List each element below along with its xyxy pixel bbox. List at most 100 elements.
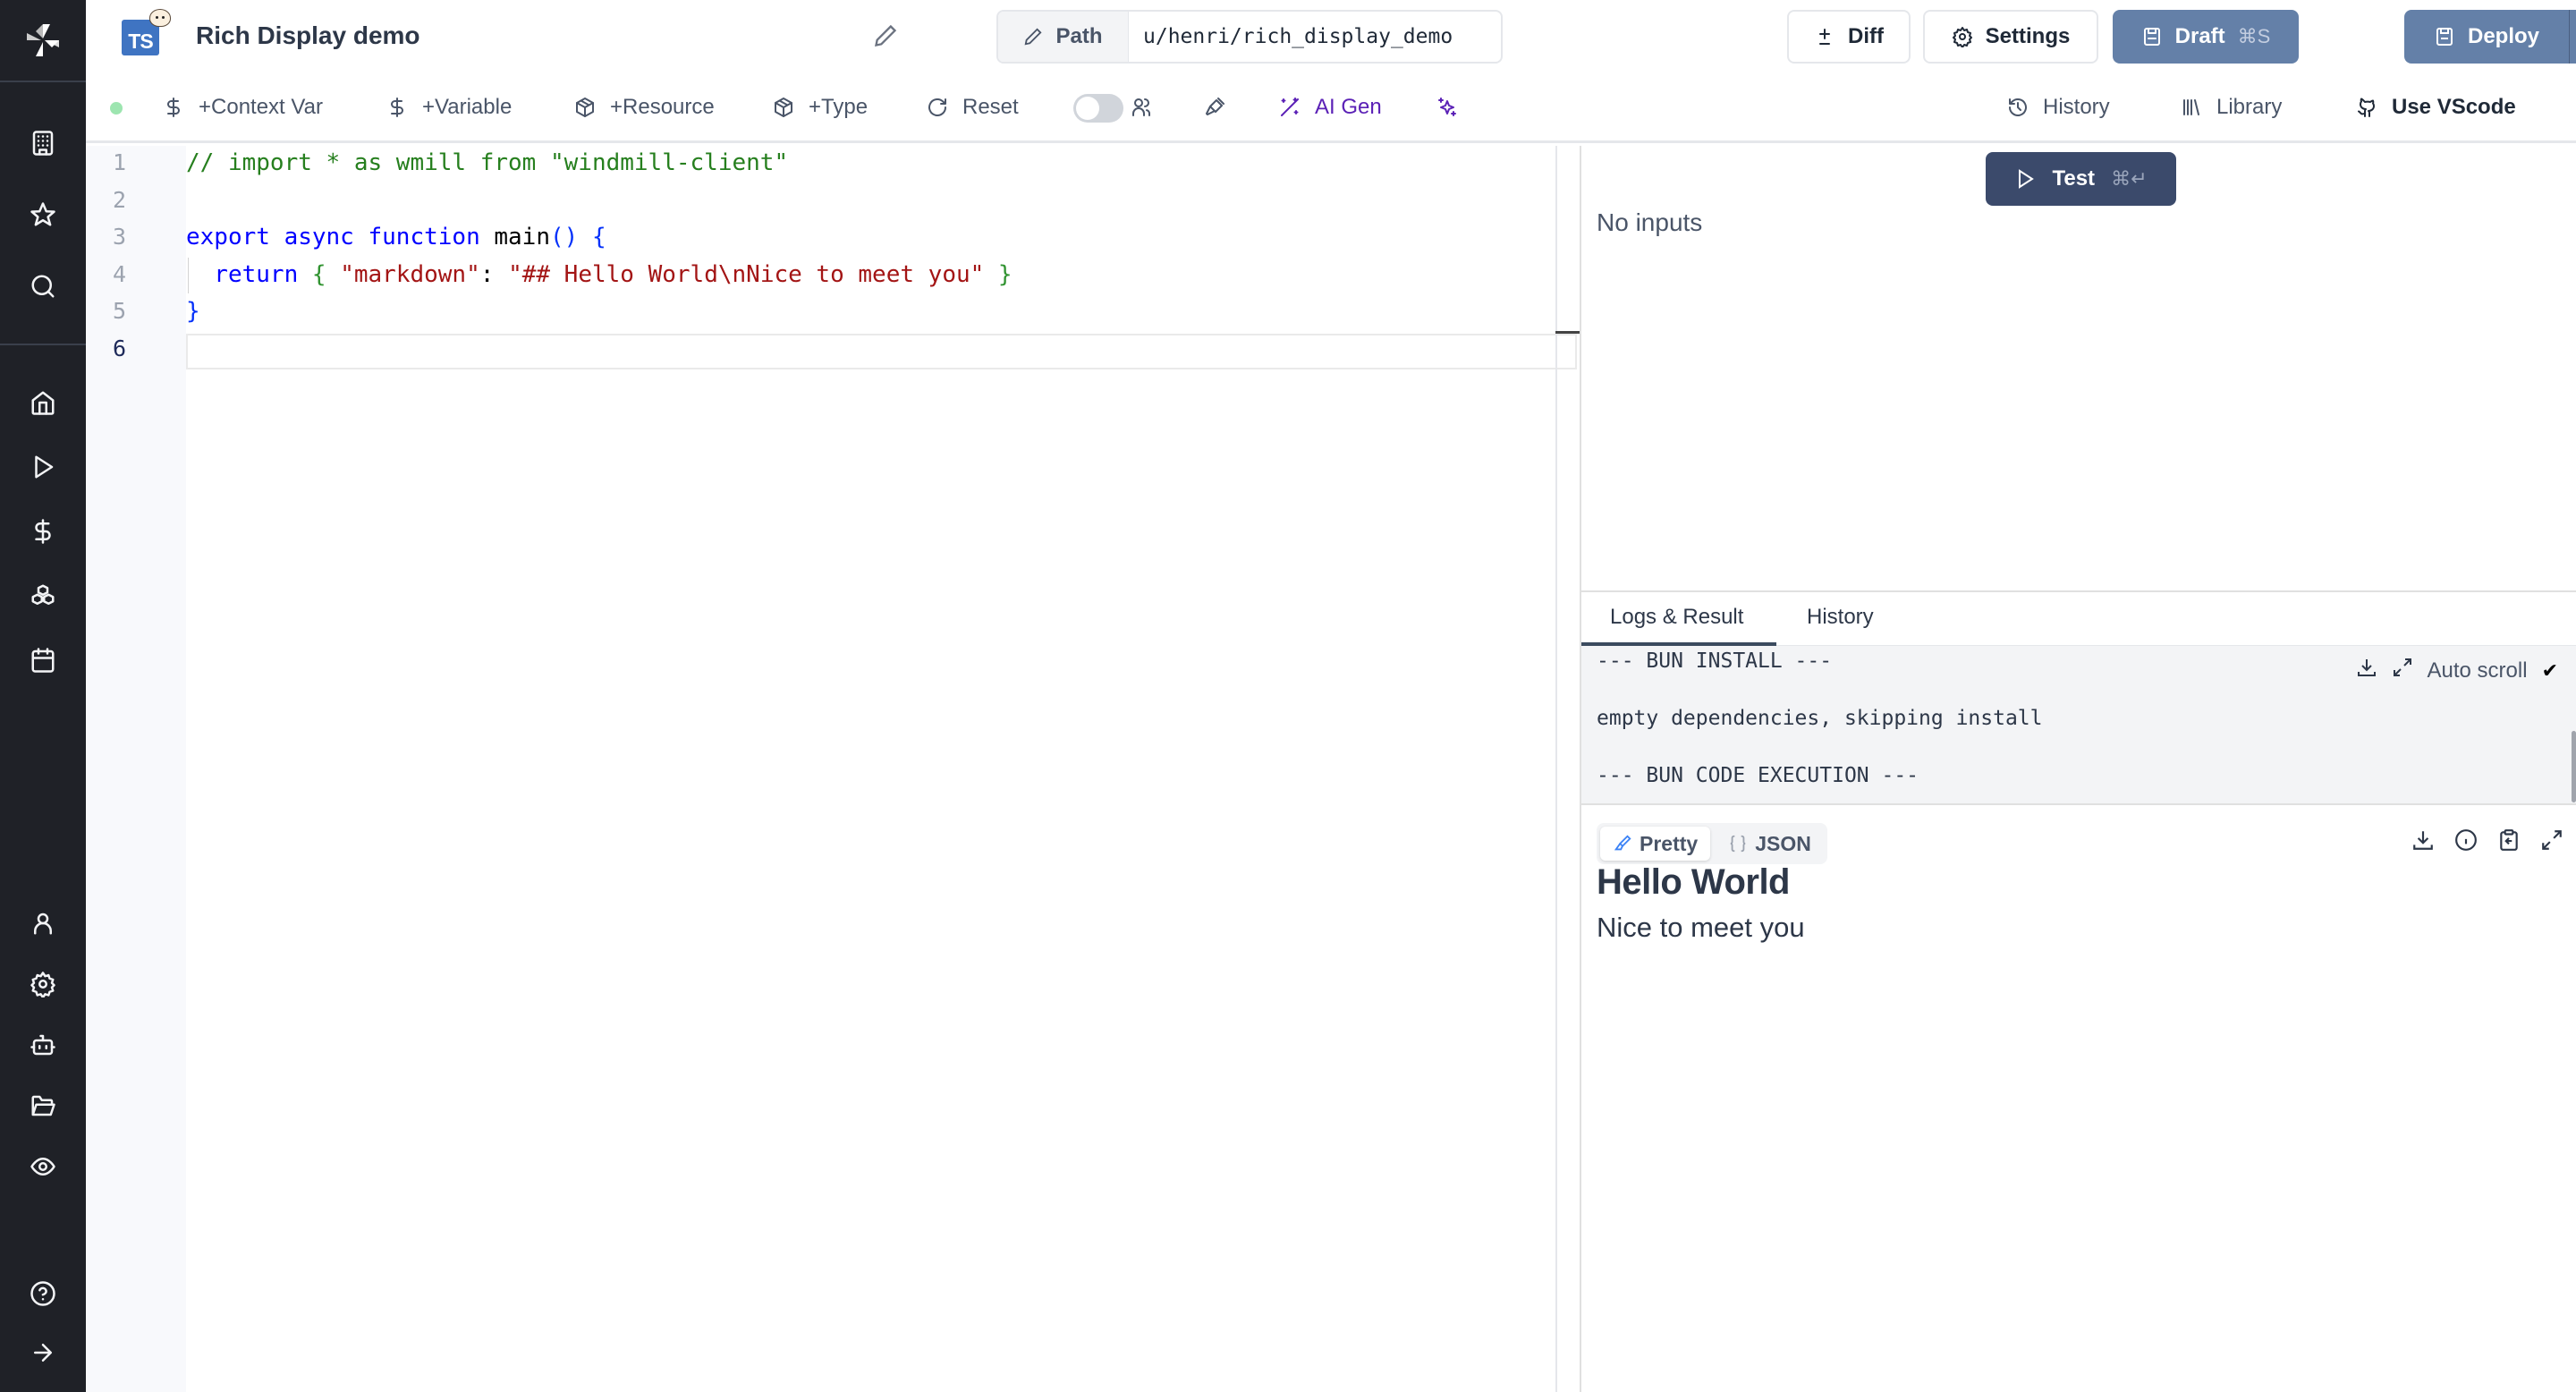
boxes-icon[interactable] (27, 580, 59, 612)
line-number: 1 (113, 149, 127, 175)
result-mode-toggle: Pretty JSON (1597, 823, 1827, 864)
download-icon[interactable] (2411, 828, 2435, 852)
tab-logs-result[interactable]: Logs & Result (1610, 605, 1743, 630)
test-button[interactable]: Test ⌘↵ (1986, 152, 2176, 206)
editor-gutter: 1 2 3 4 5 6 (86, 146, 186, 1392)
use-vscode-button[interactable]: Use VScode (2356, 89, 2516, 125)
language-badge: TS (128, 30, 153, 53)
library-label: Library (2216, 95, 2283, 119)
deploy-options-button[interactable] (2570, 10, 2576, 64)
format-button[interactable] (1204, 89, 1225, 125)
line-number: 6 (113, 335, 127, 361)
code-token: // import * as wmill from "windmill-clie… (186, 149, 789, 176)
users-icon (1131, 89, 1152, 125)
logs-scrollbar[interactable] (2572, 731, 2576, 802)
script-title[interactable]: Rich Display demo (196, 21, 420, 50)
path-field[interactable]: Path u/henri/rich_display_demo (996, 10, 1503, 64)
play-icon (2019, 169, 2035, 189)
play-icon[interactable] (27, 451, 59, 483)
windmill-logo[interactable] (0, 0, 86, 82)
tab-history[interactable]: History (1807, 605, 1874, 630)
settings-label: Settings (1985, 24, 2071, 48)
sidebar-divider (0, 344, 86, 345)
history-icon (2009, 98, 2027, 116)
code-token: "## Hello World\nNice to meet you" (508, 260, 985, 288)
logs-panel: --- BUN INSTALL --- empty dependencies, … (1581, 646, 2576, 805)
code-line[interactable]: export async function main() { (186, 224, 606, 250)
multiplayer-toggle[interactable] (1073, 94, 1123, 123)
auto-scroll-checkbox[interactable]: ✔ (2542, 659, 2558, 683)
pretty-mode-button[interactable]: Pretty (1600, 827, 1711, 861)
diff-button[interactable]: Diff (1787, 10, 1911, 64)
path-value[interactable]: u/henri/rich_display_demo (1129, 12, 1501, 62)
history-button[interactable]: History (2007, 89, 2110, 125)
reset-button[interactable]: Reset (927, 89, 1019, 125)
reset-label: Reset (962, 95, 1019, 119)
gear-icon (1952, 27, 1972, 47)
editor-header: TS Rich Display demo Path u/henri/rich_d… (86, 0, 2576, 72)
code-token: export async function (186, 224, 495, 251)
highlighter-icon (1614, 835, 1631, 851)
ai-assist-button[interactable] (1436, 89, 1458, 125)
folder-open-icon[interactable] (27, 1090, 59, 1122)
star-icon[interactable] (27, 199, 59, 231)
draft-label: Draft (2174, 24, 2225, 48)
calendar-icon[interactable] (27, 644, 59, 676)
result-tabs: Logs & Result History (1581, 592, 2576, 646)
code-editor[interactable]: // import * as wmill from "windmill-clie… (186, 146, 1577, 1392)
add-resource-button[interactable]: +Resource (574, 89, 715, 125)
line-number: 3 (113, 224, 127, 250)
clipboard-copy-icon[interactable] (2497, 828, 2521, 852)
json-mode-button[interactable]: JSON (1716, 827, 1824, 861)
eye-icon[interactable] (27, 1150, 59, 1183)
line-number: 5 (113, 298, 127, 325)
settings-button[interactable]: Settings (1923, 10, 2098, 64)
dollar-icon[interactable] (27, 515, 59, 547)
library-button[interactable]: Library (2181, 89, 2282, 125)
bot-icon[interactable] (27, 1029, 59, 1061)
line-number: 2 (113, 186, 127, 213)
expand-logs-icon[interactable] (2392, 657, 2413, 684)
add-context-var-button[interactable]: +Context Var (163, 89, 323, 125)
diff-label: Diff (1848, 24, 1884, 48)
bun-icon (149, 9, 171, 27)
code-line[interactable]: // import * as wmill from "windmill-clie… (186, 149, 788, 176)
code-token: } (984, 260, 1013, 288)
home-icon[interactable] (27, 386, 59, 419)
deploy-button-group: Deploy (2404, 10, 2576, 64)
rotate-icon (928, 98, 946, 116)
deploy-button[interactable]: Deploy (2404, 10, 2570, 64)
code-line[interactable]: } (186, 298, 200, 325)
code-token: } (186, 298, 200, 326)
type-label: +Type (809, 95, 869, 119)
user-icon[interactable] (27, 907, 59, 939)
draft-button[interactable]: Draft ⌘S (2113, 10, 2299, 64)
code-line[interactable]: return { "markdown": "## Hello World\nNi… (186, 260, 1013, 288)
search-icon[interactable] (27, 270, 59, 302)
test-shortcut: ⌘↵ (2111, 167, 2148, 190)
github-icon (2358, 98, 2375, 117)
fullscreen-icon[interactable] (2540, 828, 2563, 852)
package-icon (775, 98, 792, 117)
dollar-icon (167, 98, 180, 117)
add-type-button[interactable]: +Type (773, 89, 868, 125)
log-line: --- BUN CODE EXECUTION --- (1597, 764, 1919, 787)
download-logs-icon[interactable] (2356, 657, 2377, 684)
sidebar (0, 0, 86, 1392)
building-icon[interactable] (27, 127, 59, 159)
help-circle-icon[interactable] (27, 1277, 59, 1310)
path-label: Path (998, 12, 1129, 62)
deploy-label: Deploy (2467, 24, 2539, 48)
save-icon (2436, 28, 2453, 46)
sparkles-icon (1438, 98, 1456, 116)
ai-gen-button[interactable]: AI Gen (1279, 89, 1382, 125)
info-icon[interactable] (2454, 828, 2478, 852)
pretty-label: Pretty (1640, 831, 1699, 855)
arrow-right-icon[interactable] (27, 1337, 59, 1369)
paintbrush-icon (1206, 98, 1224, 115)
gear-icon[interactable] (27, 968, 59, 1000)
toggle-knob (1076, 97, 1099, 120)
test-panel: Test ⌘↵ No inputs Logs & Result History … (1580, 146, 2576, 1392)
pencil-icon[interactable] (873, 23, 898, 48)
add-variable-button[interactable]: +Variable (386, 89, 512, 125)
